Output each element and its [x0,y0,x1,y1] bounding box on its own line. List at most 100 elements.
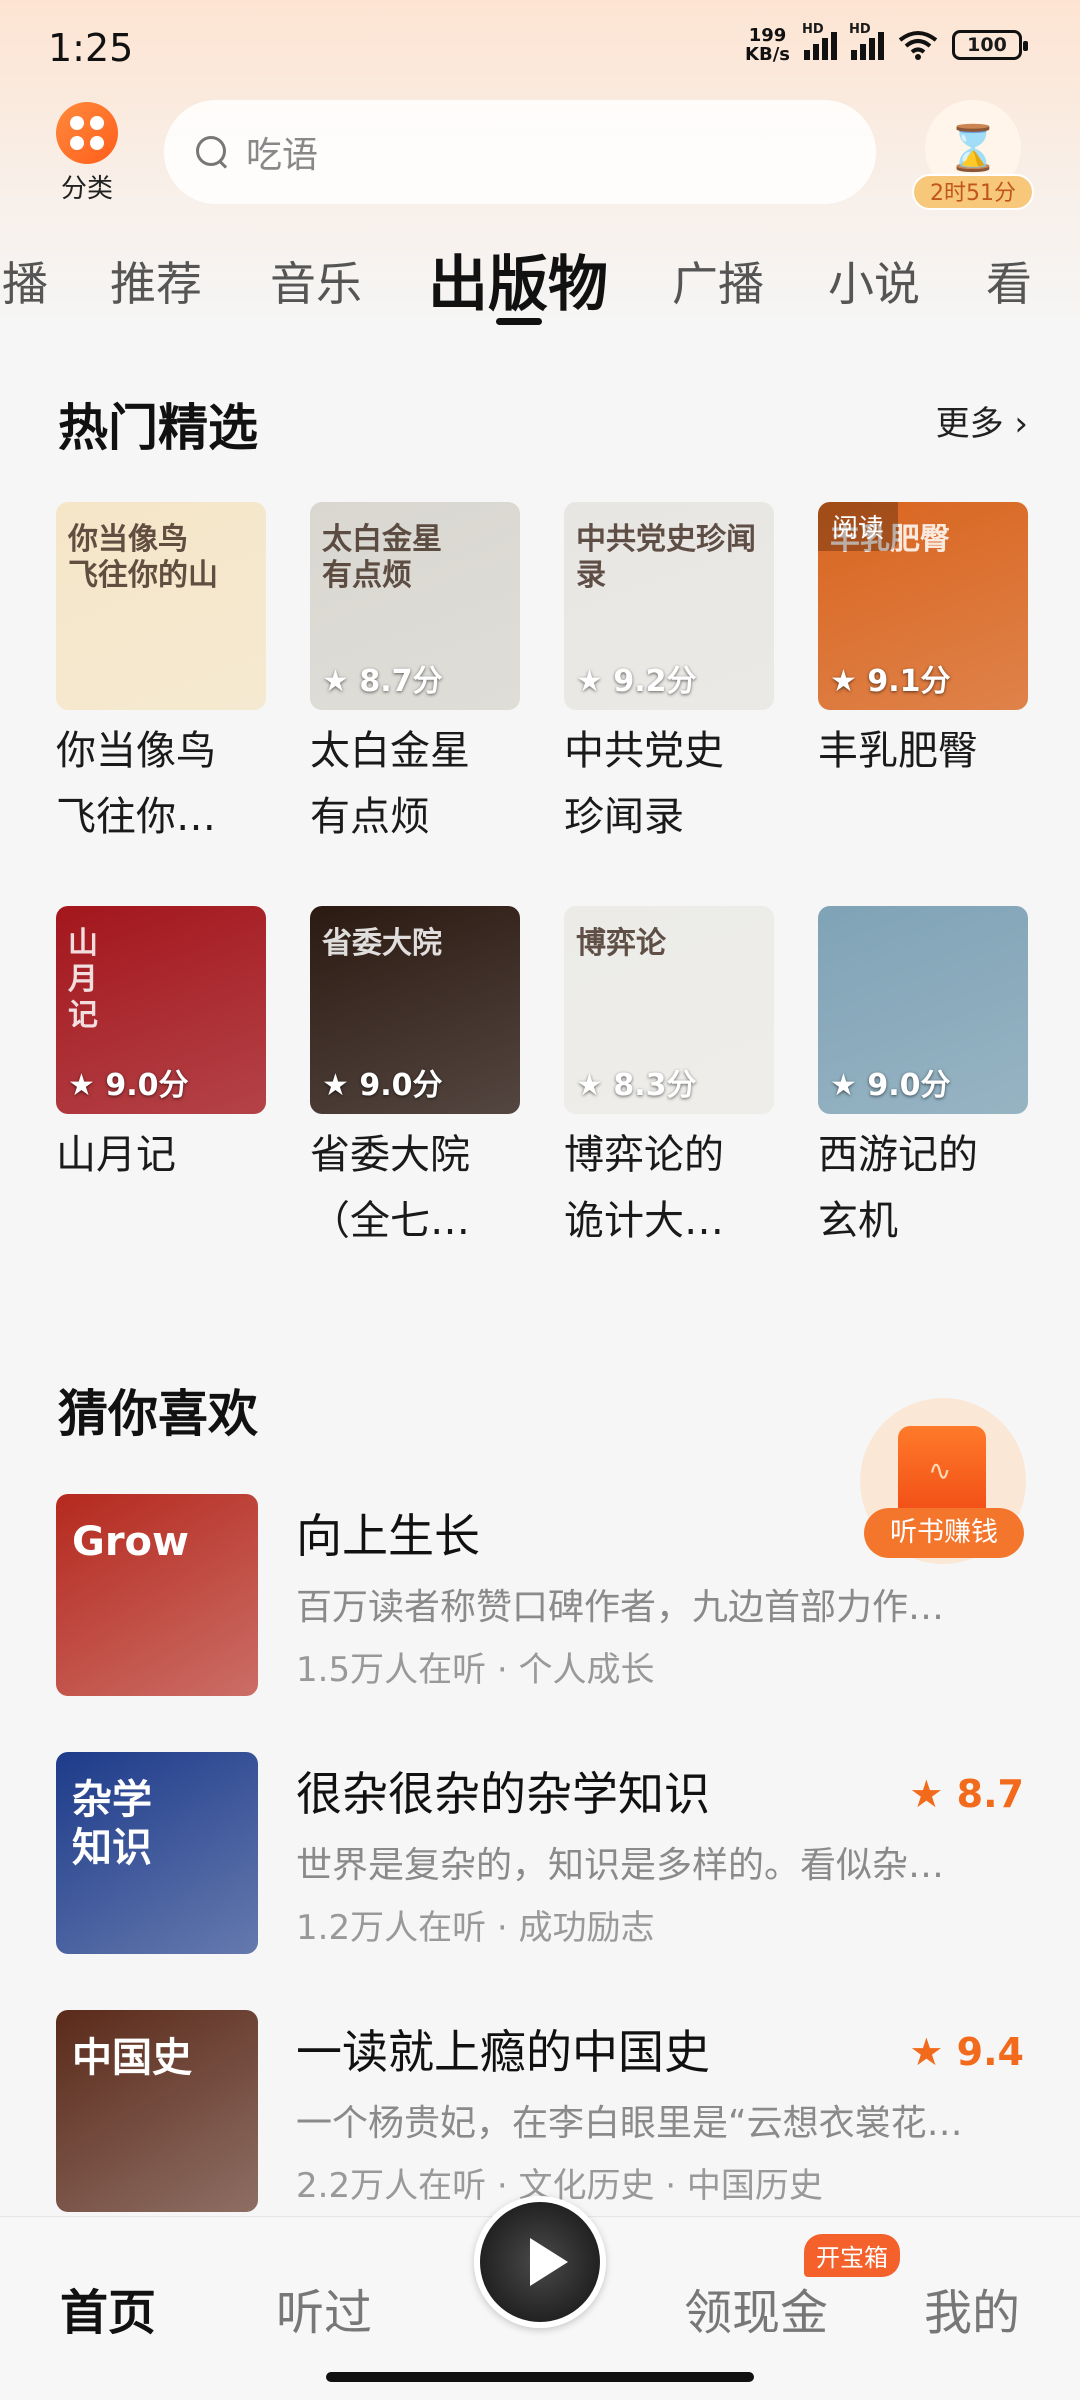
more-link[interactable]: 更多 › [936,396,1028,445]
nav-mine[interactable]: 我的 [924,2273,1020,2343]
book-cover: 山 月 记 ★ 9.0分 [56,906,266,1114]
tab-broadcast-partial[interactable]: 播 [2,248,48,314]
book-card[interactable]: 博弈论 ★ 8.3分博弈论的 诡计大… [564,906,774,1254]
category-icon [56,102,118,164]
item-description: 世界是复杂的，知识是多样的。看似杂… [296,1845,945,1886]
signal-icon: HD [802,22,837,60]
thumbnail-text: Grow [72,1519,189,1565]
star-icon: ★ [322,664,360,699]
cover-text: 博弈论 [576,926,666,961]
book-card[interactable]: 省委大院 ★ 9.0分省委大院 （全七… [310,906,520,1254]
star-icon: ★ [909,1772,957,1816]
status-time: 1:25 [48,26,134,70]
book-rating: ★ 8.3分 [576,1068,697,1103]
book-thumbnail: 中国史 [56,2010,258,2212]
timer-label: 2时51分 [912,174,1034,210]
book-thumbnail: 杂学 知识 [56,1752,258,1954]
category-button[interactable]: 分类 [52,102,122,205]
chevron-right-icon: › [1014,404,1028,444]
tab-radio[interactable]: 广播 [672,248,764,314]
status-bar: 1:25 199 KB/s HD HD 100 [0,20,1080,80]
book-rating: ★ 9.1分 [830,664,951,699]
wifi-icon [898,31,938,60]
cover-text: 你当像鸟 飞往你的山 [68,522,218,593]
star-icon: ★ [576,1068,614,1103]
book-card[interactable]: 中共党史珍闻录 ★ 9.2分 中共党史 珍闻录 [564,502,774,850]
book-rating: ★ 8.7分 [322,664,443,699]
book-title: 西游记的 玄机 [818,1132,978,1244]
star-icon: ★ [830,664,868,699]
list-item[interactable]: 中国史 一读就上瘾的中国史 一个杨贵妃，在李白眼里是“云想衣裳花… 2.2万人在听 ·… [56,2010,1024,2214]
item-title: 很杂很杂的杂学知识 [296,1767,710,1821]
book-card[interactable]: ★ 9.0分西游记的 玄机 [818,906,1028,1254]
book-card[interactable]: 丰乳肥臀 阅读 ★ 9.1分 丰乳肥臀 [818,502,1028,784]
thumbnail-text: 中国史 [72,2035,192,2081]
section-title-guess: 猜你喜欢 [58,1385,258,1443]
star-icon: ★ [830,1068,868,1103]
item-description: 百万读者称赞口碑作者，九边首部力作… [296,1587,945,1628]
earn-money-button[interactable]: 听书赚钱 [860,1398,1030,1568]
book-cover: 中共党史珍闻录 ★ 9.2分 [564,502,774,710]
category-tabs: 播 推荐 音乐 出版物 广播 小说 看 [0,226,1080,336]
book-cover: 省委大院 ★ 9.0分 [310,906,520,1114]
signal-icon-2: HD [849,22,884,60]
item-score: ★ 9.4 [909,2030,1024,2074]
tab-publications[interactable]: 出版物 [428,236,608,323]
search-bar[interactable]: 吃语 [164,100,876,204]
book-title: 中共党史 珍闻录 [564,728,724,840]
treasure-box-badge: 开宝箱 [804,2234,900,2277]
book-rating: ★ 9.0分 [68,1068,189,1103]
item-title: 向上生长 [296,1509,480,1563]
star-icon: ★ [322,1068,360,1103]
book-cover: 丰乳肥臀 阅读 ★ 9.1分 [818,502,1028,710]
book-title: 丰乳肥臀 [818,728,978,774]
item-description: 一个杨贵妃，在李白眼里是“云想衣裳花… [296,2103,963,2144]
active-tab-indicator [496,318,542,325]
cover-text: 太白金星 有点烦 [322,522,442,593]
tab-novel[interactable]: 小说 [828,248,920,314]
nav-cash[interactable]: 领现金 [684,2273,828,2343]
status-icons: 199 KB/s HD HD 100 [745,22,1028,65]
home-indicator[interactable] [326,2372,754,2382]
net-speed: 199 KB/s [745,25,790,65]
book-cover: 你当像鸟 飞往你的山 [56,502,266,710]
book-title: 博弈论的 诡计大… [564,1132,724,1244]
star-icon: ★ [576,664,614,699]
read-badge: 阅读 [818,502,899,551]
item-score: ★ 8.7 [909,1772,1024,1816]
nav-home[interactable]: 首页 [60,2273,156,2343]
book-thumbnail: Grow [56,1494,258,1696]
book-card[interactable]: 你当像鸟 飞往你的山你当像鸟 飞往你… [56,502,266,850]
item-meta: 1.5万人在听 · 个人成长 [296,1650,655,1690]
battery-icon: 100 [952,30,1028,60]
book-title: 你当像鸟 飞往你… [56,728,216,840]
book-title: 太白金星 有点烦 [310,728,470,840]
tab-recommend[interactable]: 推荐 [110,248,202,314]
book-card[interactable]: 太白金星 有点烦 ★ 8.7分太白金星 有点烦 [310,502,520,850]
search-icon [194,134,230,170]
cover-text: 中共党史珍闻录 [576,522,756,593]
cover-text: 山 月 记 [68,926,98,1033]
play-button[interactable] [474,2196,606,2328]
book-cover: 博弈论 ★ 8.3分 [564,906,774,1114]
list-item[interactable]: 杂学 知识 很杂很杂的杂学知识世界是复杂的，知识是多样的。看似杂… 1.2万人在听 … [56,1752,1024,1956]
nav-heard[interactable]: 听过 [276,2273,372,2343]
book-rating: ★ 9.0分 [830,1068,951,1103]
search-placeholder: 吃语 [246,135,319,176]
star-icon: ★ [68,1068,106,1103]
tab-watch[interactable]: 看 [986,248,1032,314]
earn-label: 听书赚钱 [864,1508,1024,1558]
book-rating: ★ 9.0分 [322,1068,443,1103]
item-meta: 1.2万人在听 · 成功励志 [296,1908,655,1948]
thumbnail-text: 杂学 知识 [72,1777,152,1871]
cover-text: 省委大院 [322,926,442,961]
book-cover: ★ 9.0分 [818,906,1028,1114]
book-rating: ★ 9.2分 [576,664,697,699]
category-label: 分类 [60,174,113,204]
tab-music[interactable]: 音乐 [270,248,362,314]
book-cover: 太白金星 有点烦 ★ 8.7分 [310,502,520,710]
book-title: 省委大院 （全七… [310,1132,470,1244]
section-title-hot: 热门精选 [58,399,258,457]
book-card[interactable]: 山 月 记 ★ 9.0分 山月记 [56,906,266,1188]
listen-timer-button[interactable]: ⌛ 2时51分 [912,100,1034,210]
